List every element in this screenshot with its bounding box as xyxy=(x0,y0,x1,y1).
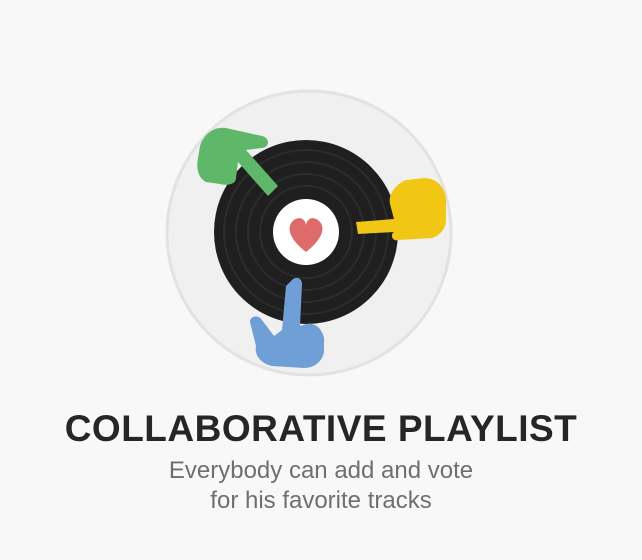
feature-description-line-2: for his favorite tracks xyxy=(210,487,432,514)
feature-description-line-1: Everybody can add and vote xyxy=(168,457,474,484)
feature-description: Everybody can add and vote for his favor… xyxy=(0,456,642,516)
feature-card: COLLABORATIVE PLAYLIST Everybody can add… xyxy=(0,0,642,560)
feature-title: COLLABORATIVE PLAYLIST xyxy=(64,408,578,449)
collaborative-playlist-illustration xyxy=(165,89,453,377)
